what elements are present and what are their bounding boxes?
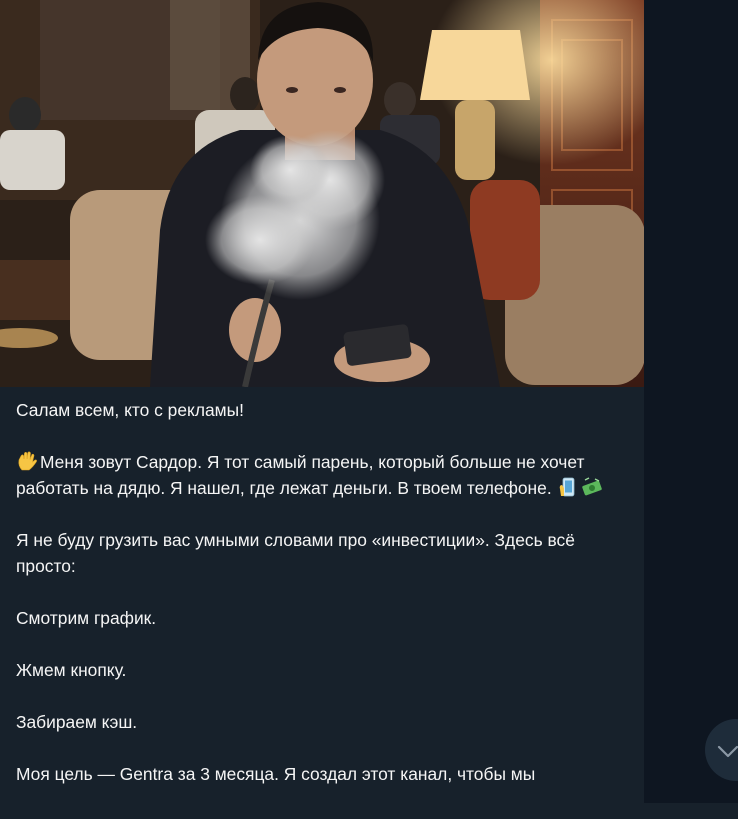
composer-edge	[0, 803, 738, 819]
message-step-1: Смотрим график.	[16, 608, 157, 628]
waving-hand-icon	[18, 451, 37, 471]
chevron-down-icon	[717, 745, 738, 758]
photo-illustration	[0, 0, 644, 387]
message-goal: Моя цель — Gentra за 3 месяца. Я создал …	[16, 764, 536, 784]
message-greeting: Салам всем, кто с рекламы!	[16, 400, 244, 420]
chat-area: Салам всем, кто с рекламы! Меня зовут Са…	[0, 0, 738, 803]
message-paragraph-2: Я не буду грузить вас умными словами про…	[16, 530, 575, 576]
message-step-2: Жмем кнопку.	[16, 660, 127, 680]
phone-icon	[559, 477, 574, 497]
message-text: Салам всем, кто с рекламы! Меня зовут Са…	[0, 387, 644, 787]
channel-message: Салам всем, кто с рекламы! Меня зовут Са…	[0, 0, 644, 803]
money-icon	[581, 477, 602, 496]
message-step-3: Забираем кэш.	[16, 712, 138, 732]
scroll-down-button[interactable]	[705, 719, 738, 781]
message-intro: Меня зовут Сардор. Я тот самый парень, к…	[16, 452, 585, 498]
message-intro-paragraph: Меня зовут Сардор. Я тот самый парень, к…	[16, 449, 628, 501]
message-photo[interactable]	[0, 0, 644, 387]
